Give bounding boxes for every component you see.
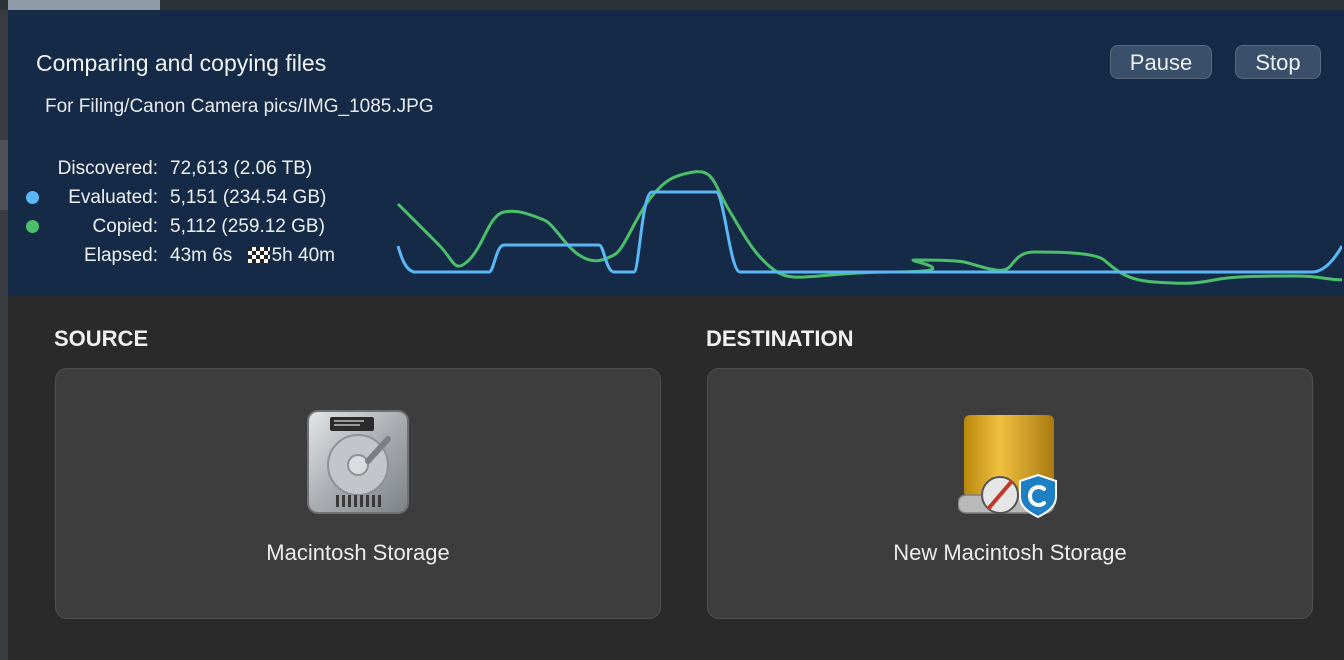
destination-heading: DESTINATION	[706, 326, 854, 351]
stat-elapsed-group: 43m 6s 5h 40m	[170, 245, 335, 269]
destination-volume-name: New Macintosh Storage	[893, 540, 1127, 565]
source-volume-panel[interactable]: Macintosh Storage	[55, 368, 661, 619]
stat-discovered-value: 72,613 (2.06 TB)	[170, 158, 313, 179]
progress-panel: Comparing and copying files For Filing/C…	[8, 10, 1344, 296]
stat-elapsed-label: Elapsed:	[84, 245, 158, 266]
stat-discovered-label: Discovered:	[57, 158, 158, 179]
left-edge-mark	[0, 140, 8, 210]
external-drive-icon	[957, 409, 1068, 526]
stat-evaluated: Evaluated: 5,151 (234.54 GB)	[8, 187, 368, 213]
progress-title: Comparing and copying files	[36, 50, 327, 76]
stat-discovered: Discovered: 72,613 (2.06 TB)	[8, 158, 368, 184]
stat-copied: Copied: 5,112 (259.12 GB)	[8, 216, 368, 242]
stat-elapsed-value: 43m 6s	[170, 245, 233, 266]
stop-button[interactable]: Stop	[1235, 45, 1321, 79]
stat-copied-value: 5,112 (259.12 GB)	[170, 216, 325, 237]
current-file-path: For Filing/Canon Camera pics/IMG_1085.JP…	[45, 96, 434, 117]
destination-volume-panel[interactable]: New Macintosh Storage	[707, 368, 1313, 619]
copied-throughput-line	[396, 170, 1342, 285]
stat-evaluated-label: Evaluated:	[68, 187, 158, 208]
left-edge	[0, 10, 8, 660]
throughput-graph	[396, 170, 1342, 285]
source-volume-name: Macintosh Storage	[266, 540, 450, 565]
checkered-flag-icon	[247, 247, 270, 269]
stat-evaluated-value: 5,151 (234.54 GB)	[170, 187, 327, 208]
stat-elapsed: Elapsed: 43m 6s 5h 40m	[8, 245, 378, 271]
stat-remaining-value: 5h 40m	[271, 245, 335, 266]
stat-copied-label: Copied:	[92, 216, 159, 237]
internal-hard-drive-icon	[306, 409, 410, 522]
pause-button[interactable]: Pause	[1110, 45, 1212, 79]
evaluated-throughput-line	[396, 190, 1342, 274]
source-heading: SOURCE	[54, 326, 149, 351]
